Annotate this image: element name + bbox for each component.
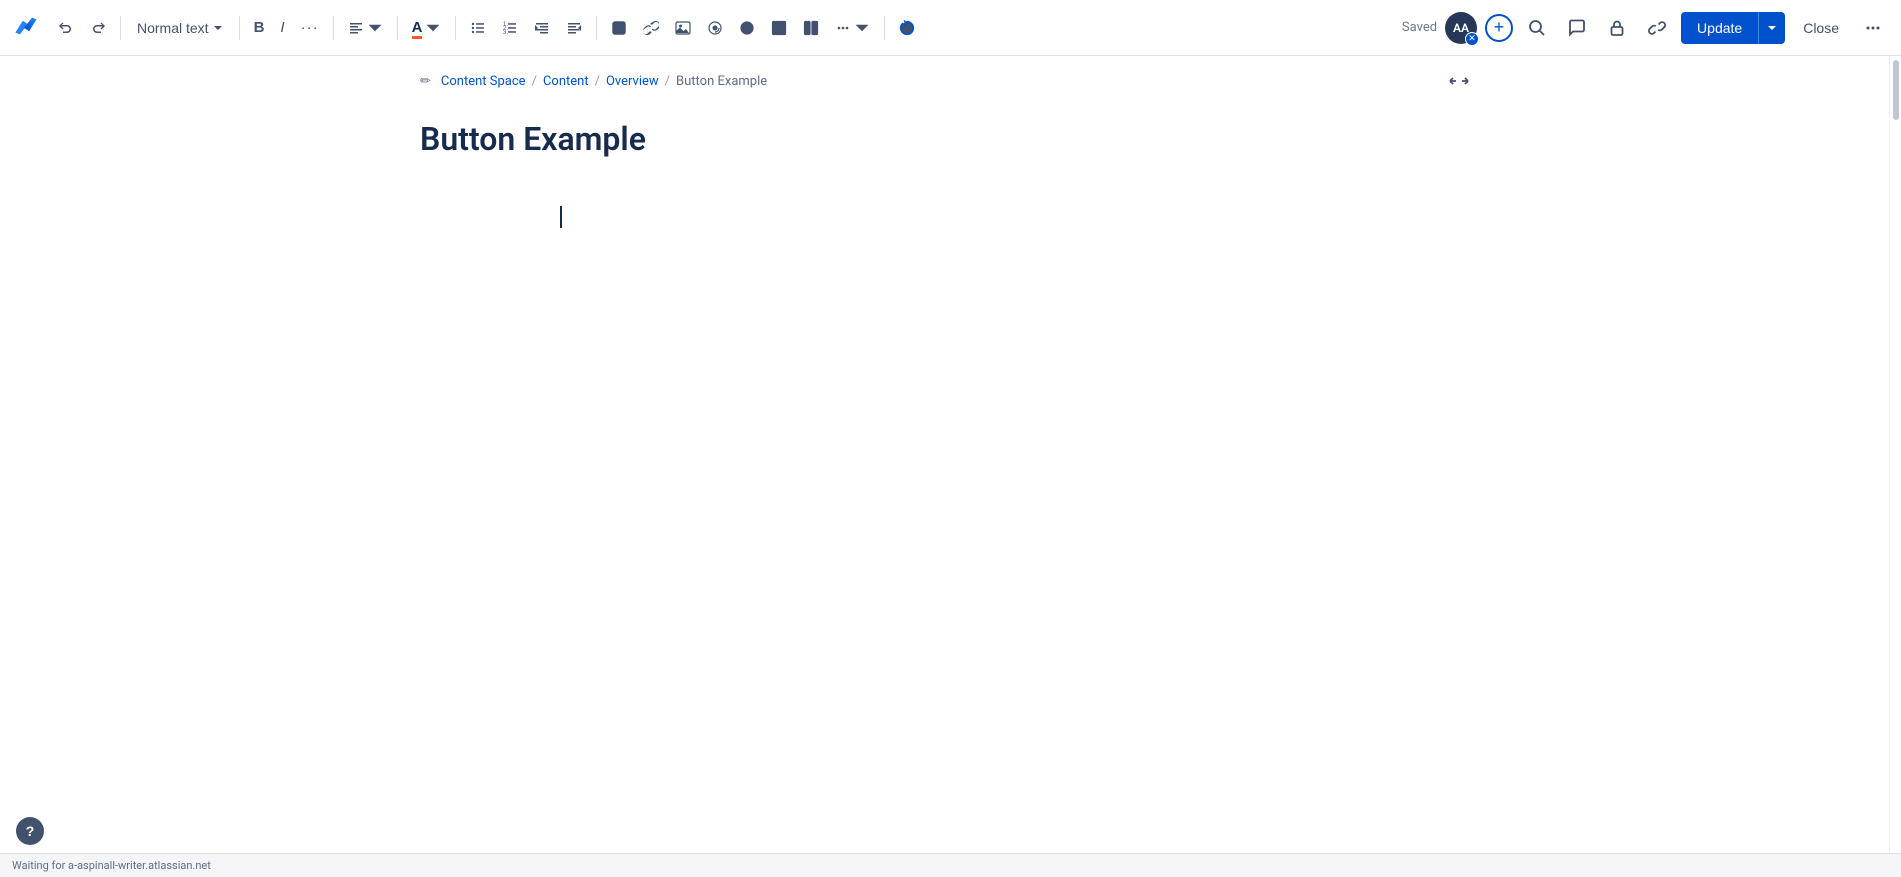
avatar-badge: ✕ [1465, 32, 1479, 46]
breadcrumb-content[interactable]: Content [543, 74, 589, 89]
bold-button[interactable]: B [248, 15, 271, 40]
toolbar: Normal text B I ··· A 1.2.3. [0, 0, 1901, 56]
table-button[interactable] [765, 16, 793, 40]
link-button[interactable] [637, 16, 665, 40]
user-avatar-container[interactable]: AA ✕ [1445, 12, 1477, 44]
text-cursor [560, 206, 562, 228]
scrollbar-thumb[interactable] [1893, 60, 1899, 120]
svg-text:3.: 3. [503, 30, 508, 36]
page-title[interactable]: Button Example [420, 119, 1469, 161]
action-item-button[interactable] [605, 16, 633, 40]
outdent-button[interactable] [528, 16, 556, 40]
more-options-button[interactable] [1857, 12, 1889, 44]
breadcrumb-sep-3: / [665, 74, 670, 89]
breadcrumb-overview[interactable]: Overview [606, 74, 659, 89]
copy-link-button[interactable] [1641, 12, 1673, 44]
divider-3 [333, 16, 334, 40]
breadcrumb-sep-2: / [595, 74, 600, 89]
breadcrumb-content-space[interactable]: Content Space [441, 74, 526, 89]
update-dropdown-button[interactable] [1758, 12, 1785, 44]
more-formatting-button[interactable]: ··· [295, 15, 325, 40]
page-title-area: Button Example [0, 99, 1889, 161]
breadcrumb: ✏ Content Space / Content / Overview / B… [420, 74, 767, 89]
divider-5 [455, 16, 456, 40]
update-button-group: Update [1681, 12, 1785, 44]
breadcrumb-current: Button Example [676, 74, 767, 89]
redo-button[interactable] [84, 16, 112, 40]
status-bar: Waiting for a-aspinall-writer.atlassian.… [0, 853, 1901, 877]
ai-button[interactable] [893, 16, 921, 40]
edit-icon: ✏ [420, 74, 431, 89]
image-button[interactable] [669, 16, 697, 40]
emoji-button[interactable] [733, 16, 761, 40]
update-button[interactable]: Update [1681, 12, 1758, 44]
undo-button[interactable] [52, 16, 80, 40]
text-style-label: Normal text [137, 20, 209, 36]
breadcrumb-area: ✏ Content Space / Content / Overview / B… [0, 56, 1889, 99]
indent-button[interactable] [560, 16, 588, 40]
restrict-button[interactable] [1601, 12, 1633, 44]
add-collaborators-button[interactable]: + [1485, 14, 1513, 42]
divider-7 [884, 16, 885, 40]
align-button[interactable] [342, 16, 389, 40]
expand-icon[interactable] [1449, 72, 1469, 91]
text-color-button[interactable]: A [406, 15, 448, 40]
layout-button[interactable] [797, 16, 825, 40]
status-text: Waiting for a-aspinall-writer.atlassian.… [12, 859, 211, 872]
help-button[interactable]: ? [16, 817, 44, 845]
editor-area[interactable] [0, 161, 1889, 661]
confluence-logo[interactable] [12, 12, 40, 44]
comment-button[interactable] [1561, 12, 1593, 44]
numbered-list-button[interactable]: 1.2.3. [496, 16, 524, 40]
content-wrapper: ✏ Content Space / Content / Overview / B… [0, 56, 1901, 877]
text-style-dropdown[interactable]: Normal text [129, 16, 231, 40]
toolbar-right: Saved AA ✕ + Update [1402, 12, 1889, 44]
italic-button[interactable]: I [274, 15, 290, 40]
insert-button[interactable] [829, 16, 876, 40]
saved-status: Saved [1402, 20, 1437, 35]
scrollbar-track[interactable] [1889, 56, 1901, 877]
close-button[interactable]: Close [1793, 14, 1849, 42]
search-button[interactable] [1521, 12, 1553, 44]
divider-4 [397, 16, 398, 40]
breadcrumb-sep-1: / [532, 74, 537, 89]
main-content[interactable]: ✏ Content Space / Content / Overview / B… [0, 56, 1889, 877]
bullet-list-button[interactable] [464, 16, 492, 40]
divider-2 [239, 16, 240, 40]
mention-button[interactable] [701, 16, 729, 40]
divider-6 [596, 16, 597, 40]
divider-1 [120, 16, 121, 40]
